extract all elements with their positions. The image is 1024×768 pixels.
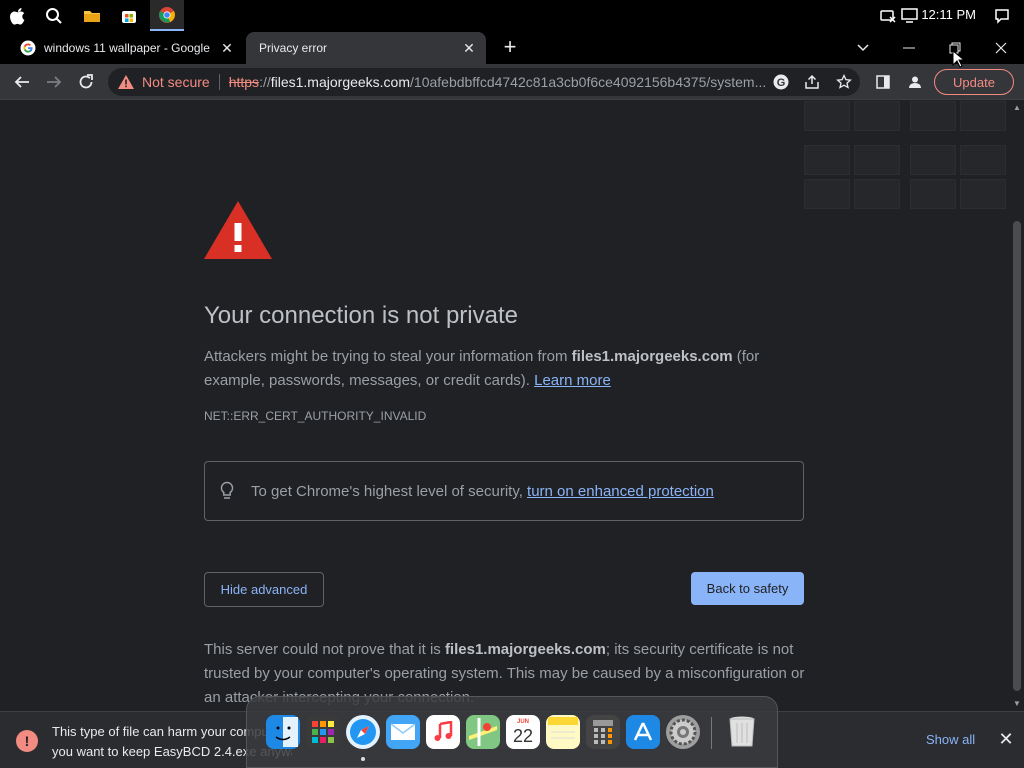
google-g-icon: G xyxy=(773,74,789,90)
scroll-up-arrow[interactable]: ▲ xyxy=(1013,103,1021,112)
share-button[interactable] xyxy=(799,69,825,95)
notification-icon[interactable] xyxy=(990,4,1014,28)
running-indicator xyxy=(361,757,365,761)
side-panel-icon xyxy=(876,75,890,89)
minimize-icon xyxy=(903,47,915,49)
trash-icon[interactable] xyxy=(725,715,759,749)
omnibox-divider xyxy=(218,74,220,90)
bookmark-button[interactable] xyxy=(831,69,857,95)
svg-text:G: G xyxy=(777,77,786,89)
lightbulb-icon xyxy=(219,481,235,501)
security-status[interactable]: Not secure xyxy=(142,74,210,90)
background-tiles xyxy=(804,101,1010,211)
warning-triangle-icon[interactable] xyxy=(118,75,134,89)
address-bar[interactable]: Not secure https://files1.majorgeeks.com… xyxy=(108,68,860,96)
enhanced-text: To get Chrome's highest level of securit… xyxy=(251,482,528,500)
profile-icon xyxy=(909,76,921,88)
screen: 12:11 PM windows 11 wallpaper - Google S… xyxy=(0,0,1024,768)
back-button[interactable] xyxy=(9,69,35,95)
tab-title: windows 11 wallpaper - Google S xyxy=(44,41,214,55)
error-code[interactable]: NET::ERR_CERT_AUTHORITY_INVALID xyxy=(204,409,426,423)
close-download-bar-button[interactable]: ✕ xyxy=(996,729,1016,749)
store-icon[interactable] xyxy=(117,4,141,28)
details-text: This server could not prove that it is xyxy=(204,641,445,658)
browser-toolbar: Not secure https://files1.majorgeeks.com… xyxy=(0,64,1024,100)
update-button[interactable]: Update xyxy=(934,69,1014,95)
minimize-button[interactable] xyxy=(886,32,932,64)
maps-icon[interactable] xyxy=(466,715,500,749)
enhanced-protection-link[interactable]: turn on enhanced protection xyxy=(527,483,714,500)
scroll-down-arrow[interactable]: ▼ xyxy=(1013,699,1021,708)
warning-description: Attackers might be trying to steal your … xyxy=(204,345,804,393)
page-scrollbar[interactable]: ▲ ▼ xyxy=(1010,101,1024,711)
dock: JUN 22 xyxy=(246,696,778,768)
tab-google-search[interactable]: windows 11 wallpaper - Google S ✕ xyxy=(10,32,244,64)
network-icon[interactable] xyxy=(876,4,900,28)
search-icon[interactable] xyxy=(42,4,66,28)
scrollbar-thumb[interactable] xyxy=(1013,221,1021,691)
back-to-safety-button[interactable]: Back to safety xyxy=(691,572,804,605)
folder-icon[interactable] xyxy=(80,4,104,28)
google-lens-button[interactable]: G xyxy=(768,69,794,95)
chrome-taskbar-icon[interactable] xyxy=(150,0,184,31)
desc-text: Attackers might be trying to steal your … xyxy=(204,348,572,365)
new-tab-button[interactable]: + xyxy=(498,36,522,60)
launchpad-icon[interactable] xyxy=(306,715,340,749)
tab-close-button[interactable]: ✕ xyxy=(220,41,234,55)
url-text[interactable]: https://files1.majorgeeks.com/10afebdbff… xyxy=(229,74,769,90)
warning-icon xyxy=(204,201,272,264)
reload-button[interactable] xyxy=(73,69,99,95)
url-path: /10afebdbffcd4742c81a3cb0f6ce4092156b437… xyxy=(410,74,767,90)
mouse-cursor-icon xyxy=(952,49,966,73)
learn-more-link[interactable]: Learn more xyxy=(534,372,611,389)
reload-icon xyxy=(79,74,93,89)
apple-icon[interactable] xyxy=(6,4,30,28)
tab-close-button[interactable]: ✕ xyxy=(462,41,476,55)
display-icon[interactable] xyxy=(898,4,922,28)
hide-advanced-button[interactable]: Hide advanced xyxy=(204,572,324,607)
side-panel-button[interactable] xyxy=(870,69,896,95)
forward-arrow-icon xyxy=(47,76,62,88)
finder-icon[interactable] xyxy=(266,715,300,749)
safari-icon[interactable] xyxy=(346,715,380,749)
calculator-icon[interactable] xyxy=(586,715,620,749)
desc-host: files1.majorgeeks.com xyxy=(571,348,733,365)
chevron-down-icon xyxy=(857,44,869,52)
music-icon[interactable] xyxy=(426,715,460,749)
page-content: Your connection is not private Attackers… xyxy=(0,101,1010,711)
enhanced-protection-box: To get Chrome's highest level of securit… xyxy=(204,461,804,521)
os-top-bar: 12:11 PM xyxy=(0,0,1024,32)
danger-icon: ! xyxy=(16,730,38,752)
url-scheme: https xyxy=(228,74,260,90)
google-icon xyxy=(20,40,36,56)
tab-title: Privacy error xyxy=(259,41,328,55)
app-store-icon[interactable] xyxy=(626,715,660,749)
back-arrow-icon xyxy=(14,76,29,88)
calendar-day: 22 xyxy=(512,726,534,746)
calendar-month: JUN xyxy=(516,719,529,725)
tab-search-button[interactable] xyxy=(840,32,886,64)
tab-privacy-error[interactable]: Privacy error ✕ xyxy=(246,32,486,64)
dock-divider xyxy=(711,717,712,749)
profile-button[interactable] xyxy=(902,69,928,95)
page-title: Your connection is not private xyxy=(204,302,518,329)
mail-icon[interactable] xyxy=(386,715,420,749)
star-icon xyxy=(836,74,852,89)
show-all-link[interactable]: Show all xyxy=(926,732,975,747)
system-clock[interactable]: 12:11 PM xyxy=(921,7,976,22)
calendar-icon[interactable]: JUN 22 xyxy=(506,715,540,749)
details-host: files1.majorgeeks.com xyxy=(444,641,606,658)
system-settings-icon[interactable] xyxy=(666,715,700,749)
forward-button[interactable] xyxy=(41,69,67,95)
tab-strip: windows 11 wallpaper - Google S ✕ Privac… xyxy=(0,32,1024,64)
url-host: files1.majorgeeks.com xyxy=(270,74,411,90)
share-icon xyxy=(805,74,819,89)
close-icon xyxy=(995,42,1007,54)
close-window-button[interactable] xyxy=(978,32,1024,64)
notes-icon[interactable] xyxy=(546,715,580,749)
